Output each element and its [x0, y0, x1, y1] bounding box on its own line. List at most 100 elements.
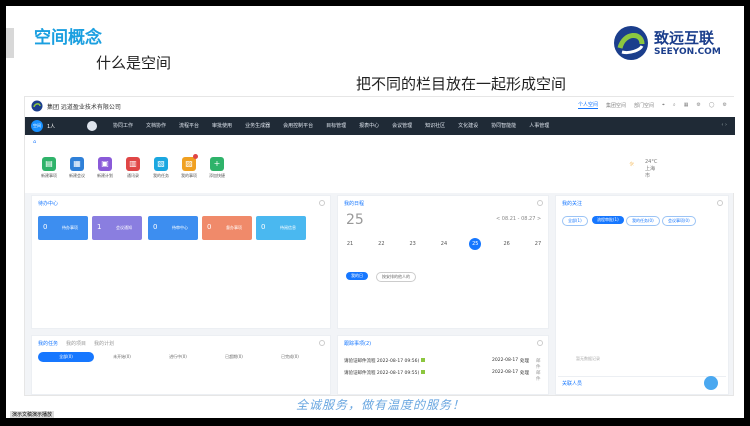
more-icon[interactable]: [537, 340, 543, 346]
more-icon[interactable]: [319, 340, 325, 346]
bell-icon[interactable]: [704, 376, 718, 390]
shortcut-label: 新建计划: [97, 173, 113, 178]
settings-icon[interactable]: ⚙: [696, 102, 700, 108]
shortcut-new-item[interactable]: ▤ 新建事项: [35, 157, 63, 179]
day-cell[interactable]: 26: [501, 238, 513, 250]
filter-overdue[interactable]: 已超期(0): [206, 352, 262, 362]
filter-not-started[interactable]: 未开始(0): [94, 352, 150, 362]
my-schedule-button[interactable]: 我的日: [346, 272, 368, 280]
shortcut-bar: ⌂ ▤ 新建事项 ▦ 新建会议 ▣ 新建计划 ▥ 通讯录 ▧ 我的任务 ▨ 我的…: [25, 135, 735, 193]
follow-filter-flow[interactable]: 流程审批(1): [592, 216, 624, 224]
day-cell-today[interactable]: 25: [469, 238, 482, 250]
shortcut-add[interactable]: + 添加快捷: [203, 157, 231, 179]
tracking-row[interactable]: 请验证邮件流程 2022-08-17 09:55) 2022-08-17 处理 …: [344, 370, 542, 382]
shortcut-label: 新建事项: [41, 173, 57, 178]
tile-supervise[interactable]: 0 督办事项: [202, 216, 252, 240]
shortcut-my-tasks[interactable]: ▧ 我的任务: [147, 157, 175, 179]
logo-swirl-icon: [614, 26, 648, 60]
grid-icon[interactable]: ▦: [684, 102, 689, 108]
more-icon[interactable]: [537, 200, 543, 206]
tile-label: 督办事项: [226, 225, 242, 230]
weather-temp: 24°C: [645, 159, 658, 165]
chat-icon[interactable]: ◯: [709, 102, 715, 108]
gear-icon[interactable]: ⚙: [723, 102, 727, 108]
nav-item-goals[interactable]: 目标管理: [326, 122, 346, 129]
calendar-week-range[interactable]: < 08.21 - 08.27 >: [496, 216, 541, 222]
more-icon[interactable]: [319, 200, 325, 206]
tile-label: 待办事项: [62, 225, 78, 230]
tab-my-projects[interactable]: 我的项目: [66, 340, 86, 347]
shortcut-label: 新建会议: [69, 173, 85, 178]
tile-review[interactable]: 0 待审中心: [148, 216, 198, 240]
search-icon[interactable]: ⌕: [673, 102, 676, 108]
calendar-date: 25: [346, 212, 364, 228]
follow-filter-meeting[interactable]: 会议事项(0): [662, 216, 696, 226]
tile-label: 待审中心: [172, 225, 188, 230]
user-avatar[interactable]: 空间: [31, 120, 43, 132]
tile-pending[interactable]: 0 待办事项: [38, 216, 88, 240]
tracking-row[interactable]: 请验证邮件流程 2022-08-17 09:56) 2022-08-17 处理 …: [344, 358, 542, 370]
nav-item-hr[interactable]: 人事管理: [529, 122, 549, 129]
contacts-title: 关联人员: [562, 381, 583, 387]
nav-item-control[interactable]: 会用控制平台: [283, 122, 313, 129]
nav-item-smart[interactable]: 协同智能能: [491, 122, 516, 129]
todo-center-title: 待办中心: [38, 201, 59, 207]
tile-count: 0: [153, 223, 158, 231]
shortcut-label: 通讯录: [127, 173, 139, 178]
day-cell[interactable]: 22: [375, 238, 387, 250]
follow-filter-task[interactable]: 我的任务(0): [626, 216, 660, 226]
tile-meetings[interactable]: 1 会议通知: [92, 216, 142, 240]
new-item-icon: ▤: [42, 157, 56, 171]
tab-group-space[interactable]: 集团空间: [606, 102, 626, 109]
day-cell[interactable]: 27: [532, 238, 544, 250]
logo-text-en: SEEYON.COM: [654, 47, 721, 57]
tile-label: 会议通知: [116, 225, 132, 230]
new-meeting-icon: ▦: [70, 157, 84, 171]
nav-item-meetings[interactable]: 会议管理: [392, 122, 412, 129]
day-cell[interactable]: 21: [344, 238, 356, 250]
row-title: 请验证邮件流程 2022-08-17 09:55): [344, 371, 420, 376]
nav-item-docs[interactable]: 文档协作: [146, 122, 166, 129]
tab-dept-space[interactable]: 部门空间: [634, 102, 654, 109]
sun-icon: ☼: [629, 161, 635, 168]
my-tasks-card: 我的任务 我的项目 我的计划 全部(0) 未开始(0) 进行中(0) 已超期(0…: [31, 335, 331, 395]
others-schedule-button[interactable]: 按安排的他人的: [376, 272, 416, 282]
nav-item-reports[interactable]: 报表中心: [359, 122, 379, 129]
tab-my-tasks[interactable]: 我的任务: [38, 340, 58, 347]
nav-item-approval[interactable]: 审批使用: [212, 122, 232, 129]
filter-all[interactable]: 全部(0): [38, 352, 94, 362]
user-name[interactable]: 1人: [47, 123, 55, 130]
nav-item-culture[interactable]: 文化建设: [458, 122, 478, 129]
home-small-icon[interactable]: ⌂: [33, 139, 36, 145]
tile-count: 1: [97, 223, 102, 231]
home-icon[interactable]: [87, 121, 97, 131]
logo-text-cn: 致远互联: [654, 29, 715, 47]
nav-arrows-icon[interactable]: ‹ ›: [721, 122, 727, 128]
shortcut-new-plan[interactable]: ▣ 新建计划: [91, 157, 119, 179]
nav-item-knowledge[interactable]: 知识社区: [425, 122, 445, 129]
tab-personal-space[interactable]: 个人空间: [578, 101, 599, 109]
more-icon[interactable]: [717, 200, 723, 206]
tab-my-plans[interactable]: 我的计划: [94, 340, 114, 347]
nav-item-builder[interactable]: 业务生成器: [245, 122, 270, 129]
follow-filter-all[interactable]: 全部(1): [562, 216, 588, 226]
tasks-icon: ▧: [154, 157, 168, 171]
nav-item-collab[interactable]: 协同工作: [113, 122, 133, 129]
shortcut-my-items[interactable]: ▨ 我的事项: [175, 154, 203, 179]
ppt-badge: 演示文稿演示播放: [10, 411, 55, 418]
shortcut-new-meeting[interactable]: ▦ 新建会议: [63, 157, 91, 179]
filter-done[interactable]: 已完成(0): [262, 352, 318, 362]
row-type: 邮件: [536, 359, 541, 370]
location-icon[interactable]: ⌖: [662, 102, 665, 108]
tile-read[interactable]: 0 待阅信息: [256, 216, 306, 240]
row-status: 处理: [520, 359, 529, 364]
calendar-card: 我的日程 25 < 08.21 - 08.27 > 21 22 23 24 25…: [337, 195, 549, 329]
filter-in-progress[interactable]: 进行中(0): [150, 352, 206, 362]
shortcut-contacts[interactable]: ▥ 通讯录: [119, 157, 147, 179]
day-cell[interactable]: 23: [407, 238, 419, 250]
portal-header: 集团 远道盈业技术有限公司 个人空间 集团空间 部门空间 ⌖ ⌕ ▦ ⚙ ◯ ⚙: [25, 97, 735, 117]
row-date: 2022-08-17: [492, 358, 519, 363]
space-switcher: 个人空间 集团空间 部门空间 ⌖ ⌕ ▦ ⚙ ◯ ⚙: [578, 101, 727, 109]
day-cell[interactable]: 24: [438, 238, 450, 250]
nav-item-flow[interactable]: 流程平台: [179, 122, 199, 129]
